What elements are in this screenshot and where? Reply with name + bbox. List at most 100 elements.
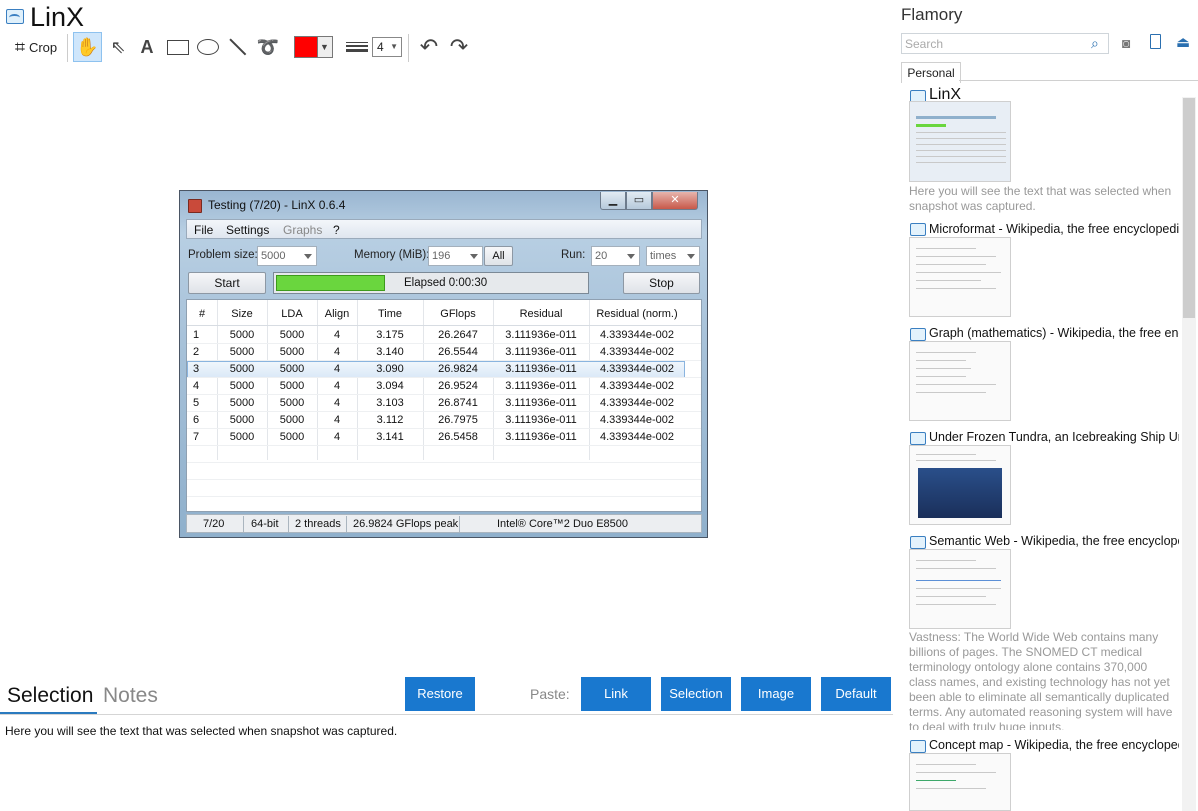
chevron-down-icon: ▼ xyxy=(390,42,398,51)
linx-window-title: Testing (7/20) - LinX 0.6.4 xyxy=(208,198,346,212)
chevron-down-icon xyxy=(304,254,312,259)
selection-text[interactable]: Here you will see the text that was sele… xyxy=(5,724,397,738)
table-cell: 3.111936e-011 xyxy=(505,346,577,358)
table-cell: 5000 xyxy=(229,414,255,426)
entry-thumbnail[interactable] xyxy=(909,237,1011,317)
column-header: Time xyxy=(377,308,403,320)
table-cell: 5000 xyxy=(229,397,255,409)
select-tool-button[interactable]: ⇖ xyxy=(106,32,130,62)
paste-selection-button[interactable]: Selection xyxy=(661,677,731,711)
hand-tool-button[interactable]: ✋ xyxy=(73,32,102,62)
row-divider xyxy=(187,411,701,412)
all-button: All xyxy=(484,246,513,266)
scrollbar-thumb[interactable] xyxy=(1183,98,1195,318)
row-divider xyxy=(187,445,701,446)
entry-description: Vastness: The World Wide Web contains ma… xyxy=(909,630,1173,730)
entry-thumbnail[interactable] xyxy=(909,341,1011,421)
entry-title-graph[interactable]: Graph (mathematics) - Wikipedia, the fre… xyxy=(929,326,1179,340)
camera-icon[interactable]: ◙ xyxy=(1122,35,1130,51)
linx-titlebar: Testing (7/20) - LinX 0.6.4 ▁ ▭ ✕ xyxy=(180,191,707,217)
tab-notes[interactable]: Notes xyxy=(103,684,158,708)
table-cell: 4.339344e-002 xyxy=(599,414,674,426)
problem-size-value: 5000 xyxy=(261,250,286,262)
crop-button[interactable]: ⌗ Crop xyxy=(6,32,66,62)
table-cell: 3.111936e-011 xyxy=(505,431,577,443)
collapse-icon[interactable]: ⏏ xyxy=(1176,33,1190,51)
status-cpu: Intel® Core™2 Duo E8500 xyxy=(497,518,629,530)
table-cell: 4.339344e-002 xyxy=(599,397,674,409)
ellipse-tool-button[interactable] xyxy=(195,32,221,62)
paste-image-button[interactable]: Image xyxy=(741,677,811,711)
problem-size-label: Problem size: xyxy=(188,249,258,261)
entry-thumbnail[interactable] xyxy=(909,549,1011,629)
hand-icon: ✋ xyxy=(76,36,99,57)
text-tool-button[interactable]: A xyxy=(135,32,159,62)
paste-label: Paste: xyxy=(530,686,570,702)
line-width-select[interactable]: 4 ▼ xyxy=(372,32,402,62)
search-icon[interactable]: ⌕ xyxy=(1091,35,1099,52)
column-header: LDA xyxy=(281,308,303,320)
snapshot-icon xyxy=(910,223,926,236)
color-picker[interactable]: ▼ xyxy=(292,32,334,62)
table-cell: 3 xyxy=(193,363,200,375)
run-unit-combo: times xyxy=(646,246,700,266)
toolbar: ⌗ Crop ✋ ⇖ A ➰ ▼ 4 ▼ ↶ ↷ xyxy=(0,32,480,62)
freehand-tool-button[interactable]: ➰ xyxy=(256,32,280,62)
line-tool-button[interactable] xyxy=(226,32,250,62)
maximize-icon: ▭ xyxy=(633,194,645,206)
table-cell: 4.339344e-002 xyxy=(599,346,674,358)
chevron-down-icon xyxy=(687,254,695,259)
line-icon xyxy=(229,38,247,56)
table-cell: 5000 xyxy=(279,397,305,409)
run-unit: times xyxy=(650,250,677,262)
undo-button[interactable]: ↶ xyxy=(416,32,442,62)
divider xyxy=(0,714,893,715)
tab-personal[interactable]: Personal xyxy=(901,62,961,83)
color-swatch xyxy=(293,36,318,58)
tab-selection[interactable]: Selection xyxy=(7,684,93,708)
linx-menubar: File Settings Graphs ? xyxy=(186,219,702,239)
status-progress: 7/20 xyxy=(203,518,225,530)
table-cell: 7 xyxy=(193,431,200,443)
memory-label: Memory (MiB): xyxy=(354,249,430,261)
column-header: Size xyxy=(231,308,253,320)
table-cell: 5000 xyxy=(229,346,255,358)
pointer-icon: ⇖ xyxy=(110,36,126,57)
table-cell: 4.339344e-002 xyxy=(599,431,674,443)
rectangle-tool-button[interactable] xyxy=(165,32,191,62)
table-cell: 4 xyxy=(333,346,341,358)
entry-title-concept-map[interactable]: Concept map - Wikipedia, the free encycl… xyxy=(929,738,1179,752)
table-cell: 5000 xyxy=(279,380,305,392)
column-header: GFlops xyxy=(440,308,476,320)
entry-title-semantic-web[interactable]: Semantic Web - Wikipedia, the free encyc… xyxy=(929,534,1179,548)
paste-link-button[interactable]: Link xyxy=(581,677,651,711)
table-cell: 6 xyxy=(193,414,200,426)
document-icon[interactable] xyxy=(1150,34,1161,49)
photo-thumbnail xyxy=(918,468,1002,518)
redo-button[interactable]: ↷ xyxy=(446,32,472,62)
entry-title-frozen-tundra[interactable]: Under Frozen Tundra, an Icebreaking Ship… xyxy=(929,430,1179,444)
row-divider xyxy=(187,462,701,463)
entry-description: Here you will see the text that was sele… xyxy=(909,184,1172,213)
restore-button[interactable]: Restore xyxy=(405,677,475,711)
table-cell: 3.090 xyxy=(376,363,404,375)
entry-thumbnail[interactable] xyxy=(909,101,1011,182)
stop-button: Stop xyxy=(623,272,700,294)
entry-thumbnail[interactable] xyxy=(909,445,1011,525)
status-bits: 64-bit xyxy=(251,518,279,530)
table-cell: 3.111936e-011 xyxy=(505,363,577,375)
entry-thumbnail[interactable] xyxy=(909,753,1011,811)
problem-size-combo: 5000 xyxy=(257,246,317,266)
row-divider xyxy=(187,428,701,429)
entry-title-microformat[interactable]: Microformat - Wikipedia, the free encycl… xyxy=(929,222,1179,236)
snapshot-icon xyxy=(910,328,926,341)
table-cell: 4.339344e-002 xyxy=(599,329,674,341)
paste-default-button[interactable]: Default xyxy=(821,677,891,711)
search-input[interactable]: Search xyxy=(901,33,1109,54)
table-cell: 2 xyxy=(193,346,200,358)
crop-icon: ⌗ xyxy=(14,36,25,57)
table-cell: 4 xyxy=(333,397,341,409)
rectangle-icon xyxy=(167,39,189,55)
memory-value: 196 xyxy=(432,250,451,262)
ellipse-icon xyxy=(197,39,219,55)
